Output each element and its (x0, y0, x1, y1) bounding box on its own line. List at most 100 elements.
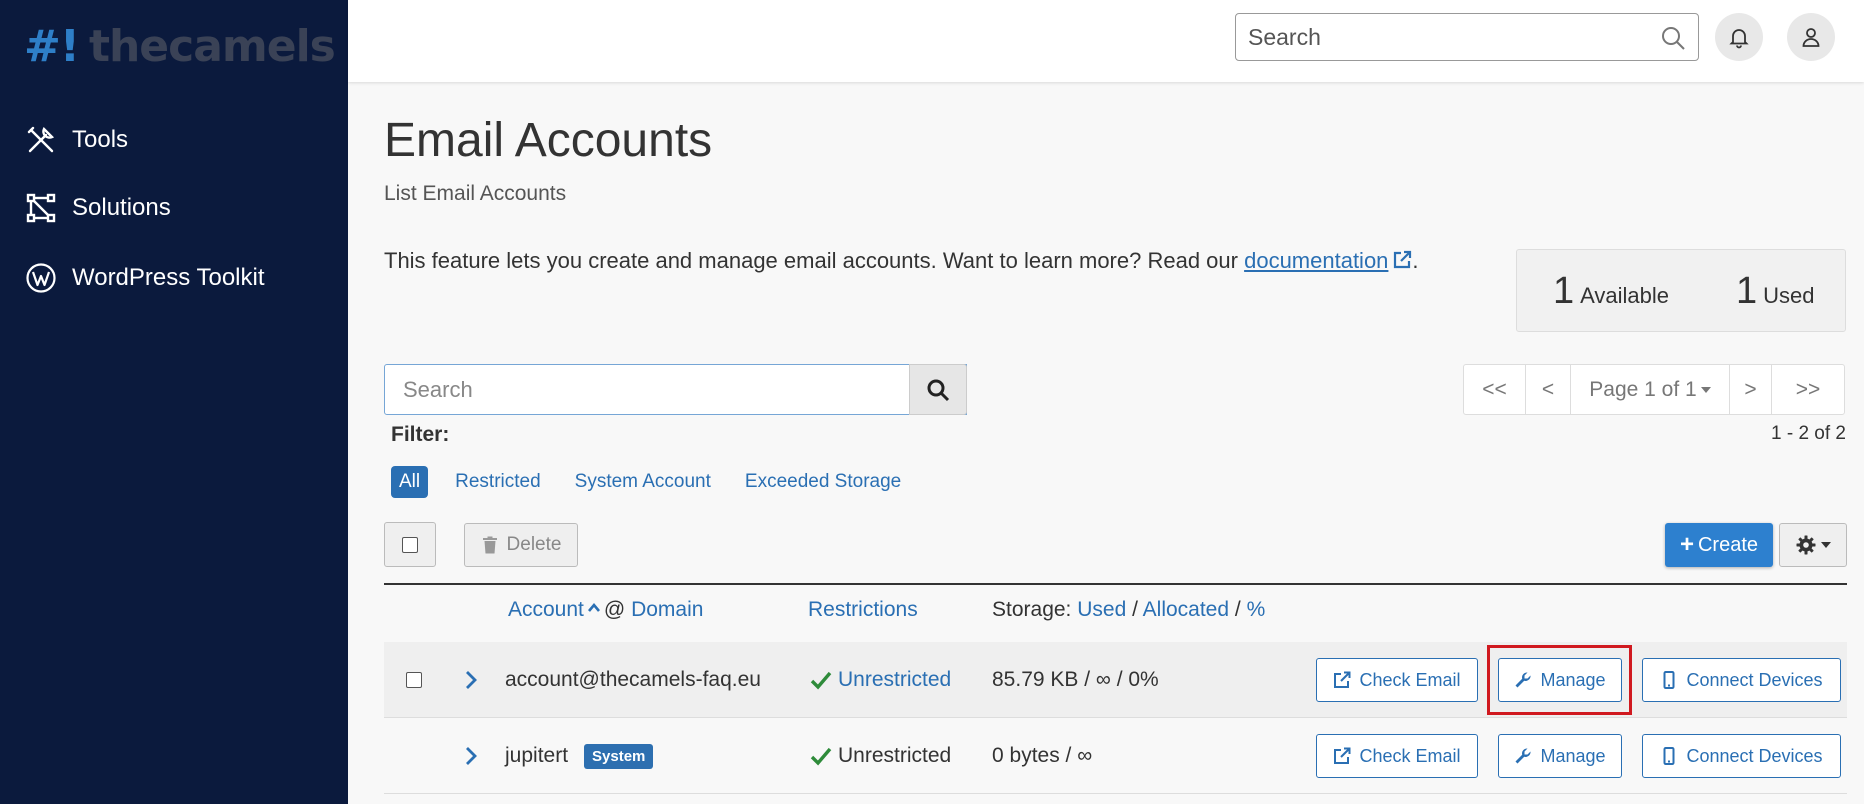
page-subtitle: List Email Accounts (384, 182, 567, 205)
sort-by-account[interactable]: Account (508, 598, 584, 621)
table-divider (384, 583, 1847, 585)
column-header-storage: Storage: Used / Allocated / % (992, 598, 1265, 622)
used-label: Used (1763, 283, 1815, 308)
check-email-button[interactable]: Check Email (1316, 658, 1478, 702)
notifications-button[interactable] (1715, 13, 1763, 61)
select-all-checkbox[interactable] (402, 536, 418, 553)
tools-icon (24, 123, 58, 157)
sort-by-used[interactable]: Used (1077, 598, 1126, 621)
row-select (406, 642, 422, 718)
pagination: << < Page 1 of 1 > >> (1463, 364, 1845, 415)
external-link-icon (1334, 747, 1351, 764)
create-button[interactable]: + Create (1665, 523, 1773, 567)
search-icon[interactable] (1660, 25, 1686, 51)
description-end: . (1412, 248, 1419, 273)
next-page-button[interactable]: > (1730, 365, 1772, 414)
chevron-down-icon (1700, 386, 1711, 393)
column-header-account-domain: Account @ Domain (508, 598, 703, 622)
storage-usage: 85.79 KB / ∞ / 0% (992, 668, 1159, 691)
bell-icon (1729, 29, 1749, 49)
sidebar: #! thecamels Tools Solutions WordPress T… (0, 0, 348, 804)
connect-devices-button[interactable]: Connect Devices (1642, 658, 1841, 702)
connect-devices-button[interactable]: Connect Devices (1642, 734, 1841, 778)
user-icon (1802, 28, 1820, 47)
restriction-link[interactable]: Unrestricted (838, 668, 951, 692)
table-row: jupitert System Unrestricted 0 bytes / ∞… (384, 718, 1847, 794)
gear-icon (1796, 535, 1815, 555)
checkmark-icon (810, 747, 832, 766)
connect-devices-label: Connect Devices (1686, 745, 1823, 766)
results-range: 1 - 2 of 2 (1771, 423, 1846, 444)
filter-bar: All Restricted System Account Exceeded S… (391, 465, 935, 499)
sidebar-item-tools[interactable]: Tools (24, 120, 128, 160)
filter-restricted[interactable]: Restricted (455, 471, 541, 493)
documentation-link[interactable]: documentation (1244, 248, 1388, 273)
user-menu-button[interactable] (1787, 13, 1835, 61)
brand-hash: #! (24, 20, 80, 72)
sort-by-percent[interactable]: % (1247, 598, 1266, 621)
first-page-button[interactable]: << (1464, 365, 1526, 414)
check-email-button[interactable]: Check Email (1316, 734, 1478, 778)
available-count: 1 (1553, 270, 1575, 312)
sort-by-restrictions[interactable]: Restrictions (808, 598, 918, 622)
wrench-icon (1515, 672, 1531, 688)
row-expand[interactable] (463, 642, 479, 718)
wordpress-icon (24, 261, 58, 295)
manage-label: Manage (1540, 745, 1606, 766)
brand-name: thecamels (88, 20, 336, 72)
delete-label: Delete (506, 534, 562, 555)
sidebar-item-wordpress-toolkit[interactable]: WordPress Toolkit (24, 258, 265, 298)
page-select-label: Page 1 of 1 (1589, 377, 1697, 401)
accounts-search-button[interactable] (909, 364, 967, 415)
plus-icon: + (1679, 531, 1694, 558)
mobile-icon (1663, 671, 1675, 689)
feature-description: This feature lets you create and manage … (384, 248, 1419, 274)
accounts-search (384, 364, 967, 415)
sort-by-allocated[interactable]: Allocated (1143, 598, 1229, 621)
manage-button[interactable]: Manage (1498, 658, 1622, 702)
brand-logo[interactable]: #! thecamels (24, 20, 336, 72)
prev-page-button[interactable]: < (1526, 365, 1571, 414)
description-text: This feature lets you create and manage … (384, 248, 1245, 273)
external-link-icon[interactable] (1392, 250, 1412, 270)
accounts-search-input[interactable] (385, 376, 925, 403)
manage-button[interactable]: Manage (1498, 734, 1622, 778)
restriction-status: Unrestricted (810, 718, 951, 794)
chevron-down-icon (1820, 542, 1831, 548)
restriction-status: Unrestricted (810, 642, 951, 718)
checkmark-icon (810, 671, 832, 690)
select-all-button[interactable] (384, 522, 436, 567)
chevron-right-icon (466, 671, 477, 689)
account-stats: 1 Available 1 Used (1516, 249, 1846, 332)
external-link-icon (1334, 671, 1351, 688)
filter-label: Filter: (391, 423, 450, 446)
sort-by-domain[interactable]: Domain (631, 598, 703, 621)
header-search-input[interactable] (1236, 23, 1636, 51)
sidebar-item-label: WordPress Toolkit (72, 264, 265, 291)
storage-label: Storage: (992, 598, 1072, 621)
filter-all[interactable]: All (391, 466, 429, 498)
page-select[interactable]: Page 1 of 1 (1571, 365, 1730, 414)
last-page-button[interactable]: >> (1772, 365, 1844, 414)
sidebar-item-solutions[interactable]: Solutions (24, 188, 171, 228)
settings-dropdown-button[interactable] (1779, 523, 1847, 567)
search-icon (927, 379, 950, 401)
sidebar-item-label: Tools (72, 126, 129, 153)
chevron-right-icon (466, 747, 477, 765)
solutions-icon (24, 191, 58, 225)
delete-button[interactable]: Delete (464, 523, 578, 567)
filter-system-account[interactable]: System Account (575, 471, 711, 493)
sidebar-item-label: Solutions (72, 194, 171, 221)
connect-devices-label: Connect Devices (1686, 669, 1823, 690)
filter-exceeded-storage[interactable]: Exceeded Storage (745, 471, 901, 493)
wrench-icon (1515, 748, 1531, 764)
sort-ascending-icon[interactable] (587, 601, 601, 615)
account-name: jupitert (505, 744, 569, 767)
restriction-label: Unrestricted (838, 744, 952, 767)
trash-icon (482, 536, 497, 554)
available-stat: 1 Available (1553, 270, 1669, 313)
row-expand[interactable] (463, 718, 479, 794)
row-checkbox[interactable] (406, 672, 422, 688)
check-email-label: Check Email (1359, 745, 1461, 766)
page-title: Email Accounts (384, 114, 713, 167)
